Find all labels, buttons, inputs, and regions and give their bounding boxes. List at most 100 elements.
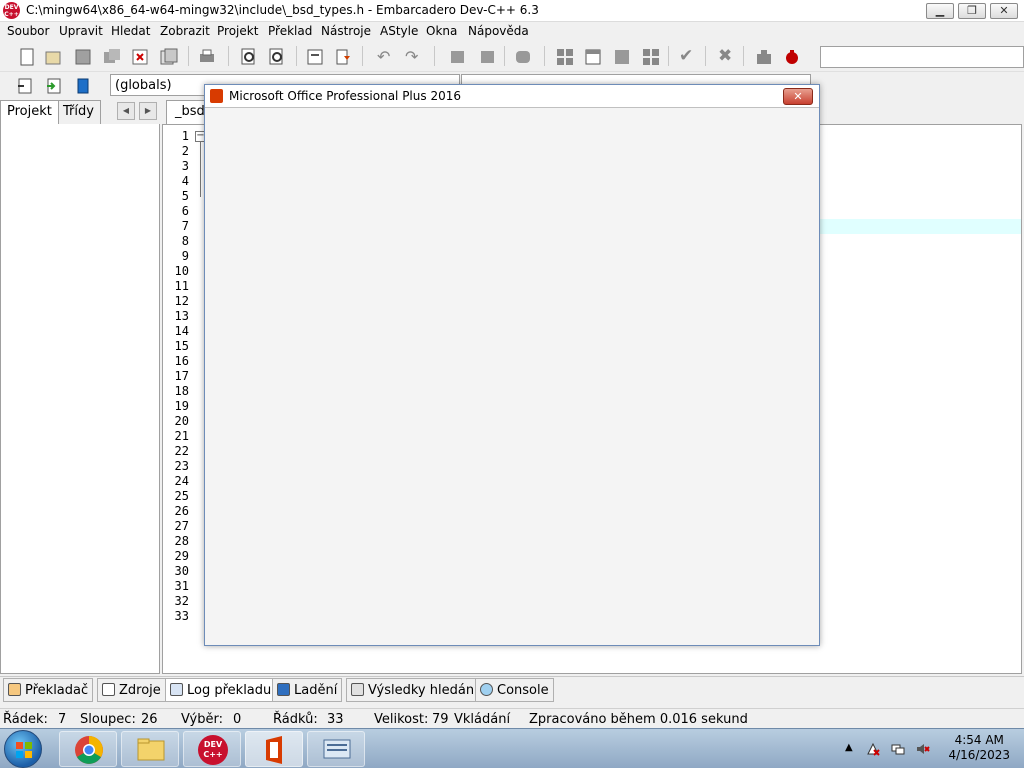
- menu-preklad[interactable]: Překlad: [268, 24, 312, 38]
- tab-projekt[interactable]: Projekt: [0, 100, 59, 124]
- save-all-icon[interactable]: [103, 48, 121, 66]
- popup-title: Microsoft Office Professional Plus 2016: [229, 89, 461, 103]
- menu-napoveda[interactable]: Nápověda: [468, 24, 529, 38]
- show-hidden-icons[interactable]: ▲: [845, 742, 859, 756]
- tab-console[interactable]: Console: [475, 678, 554, 702]
- goto-declaration-icon[interactable]: [16, 77, 34, 95]
- tab-label: Zdroje: [119, 683, 161, 698]
- status-sel-label: Výběr:: [181, 712, 223, 727]
- class-browser-icon[interactable]: [74, 77, 92, 95]
- devcpp-app-icon[interactable]: DEV C++: [3, 2, 20, 19]
- line-number: 23: [174, 459, 189, 473]
- line-number: 11: [174, 279, 189, 293]
- popup-close-button[interactable]: ✕: [783, 88, 813, 105]
- stop-execution-icon[interactable]: ✖: [718, 46, 736, 66]
- bookmark-icon[interactable]: [334, 48, 352, 66]
- windows-taskbar: DEV C++ ▲ 4:54 AM 4/16/2023: [0, 728, 1024, 768]
- restore-icon: ❐: [967, 4, 977, 17]
- menu-soubor[interactable]: Soubor: [7, 24, 49, 38]
- line-number: 10: [174, 264, 189, 278]
- line-number: 13: [174, 309, 189, 323]
- status-lines-value: 33: [327, 712, 344, 727]
- scroll-tabs-right-button[interactable]: ▶: [139, 102, 157, 120]
- tab-tridy[interactable]: Třídy: [56, 100, 101, 124]
- search-combo[interactable]: [820, 46, 1024, 68]
- menu-hledat[interactable]: Hledat: [111, 24, 150, 38]
- find-icon[interactable]: [240, 48, 258, 66]
- status-sel-value: 0: [233, 712, 242, 727]
- line-number: 24: [174, 474, 189, 488]
- arrow-left-icon: ◀: [122, 106, 130, 115]
- taskbar-keyboard-app[interactable]: [307, 731, 365, 767]
- save-icon[interactable]: [74, 48, 92, 66]
- office-logo-icon: [210, 89, 223, 103]
- menu-zobrazit[interactable]: Zobrazit: [160, 24, 210, 38]
- line-number: 8: [181, 234, 189, 248]
- close-icon: ✕: [999, 4, 1009, 17]
- system-clock[interactable]: 4:54 AM 4/16/2023: [948, 733, 1010, 763]
- compile-run-icon[interactable]: [613, 48, 631, 66]
- line-number: 20: [174, 414, 189, 428]
- taskbar-file-explorer[interactable]: [121, 731, 179, 767]
- line-number: 25: [174, 489, 189, 503]
- tab-log-prekladu[interactable]: Log překladu: [165, 678, 277, 702]
- menu-upravit[interactable]: Upravit: [59, 24, 103, 38]
- redo-icon[interactable]: ↷: [405, 47, 423, 66]
- new-file-icon[interactable]: [18, 48, 36, 66]
- debug-icon[interactable]: [783, 48, 801, 66]
- syntax-check-icon[interactable]: ✔: [679, 46, 697, 66]
- status-bar: Řádek: 7 Sloupec: 26 Výběr: 0 Řádků: 33 …: [0, 708, 1024, 728]
- menu-astyle[interactable]: AStyle: [380, 24, 418, 38]
- menu-projekt[interactable]: Projekt: [217, 24, 258, 38]
- line-number: 4: [181, 174, 189, 188]
- close-button[interactable]: ✕: [990, 3, 1018, 19]
- tab-zdroje[interactable]: Zdroje: [97, 678, 166, 702]
- tab-prekladac[interactable]: Překladač: [3, 678, 94, 702]
- status-insert-mode: Vkládání: [454, 712, 511, 727]
- menu-nastroje[interactable]: Nástroje: [321, 24, 371, 38]
- rebuild-icon[interactable]: [642, 48, 660, 66]
- replace-icon[interactable]: [268, 48, 286, 66]
- tab-ladeni[interactable]: Ladění: [272, 678, 343, 702]
- line-number: 5: [181, 189, 189, 203]
- line-number: 21: [174, 429, 189, 443]
- undo-icon[interactable]: ↶: [377, 47, 395, 66]
- status-col-value: 26: [141, 712, 158, 727]
- minimize-button[interactable]: ▁: [926, 3, 954, 19]
- toggle-comment-icon[interactable]: [514, 48, 532, 66]
- tab-label: Výsledky hledání: [368, 683, 478, 698]
- goto-definition-icon[interactable]: [45, 77, 63, 95]
- compile-icon[interactable]: [556, 48, 574, 66]
- maximize-button[interactable]: ❐: [958, 3, 986, 19]
- close-file-icon[interactable]: [131, 48, 149, 66]
- taskbar-devcpp[interactable]: DEV C++: [183, 731, 241, 767]
- debug-tab-icon: [277, 683, 290, 696]
- taskbar-office[interactable]: [245, 731, 303, 767]
- menu-okna[interactable]: Okna: [426, 24, 457, 38]
- taskbar-chrome[interactable]: [59, 731, 117, 767]
- volume-muted-icon[interactable]: [916, 742, 930, 756]
- line-number: 19: [174, 399, 189, 413]
- action-center-icon[interactable]: [866, 742, 880, 756]
- compile-log-icon: [170, 683, 183, 696]
- start-button[interactable]: [4, 730, 42, 768]
- network-icon[interactable]: [891, 742, 905, 756]
- line-number: 28: [174, 534, 189, 548]
- goto-line-icon[interactable]: [306, 48, 324, 66]
- scroll-tabs-left-button[interactable]: ◀: [117, 102, 135, 120]
- indent-icon[interactable]: [448, 48, 466, 66]
- profile-icon[interactable]: [755, 48, 773, 66]
- clock-date: 4/16/2023: [948, 748, 1010, 762]
- main-toolbar: ↶ ↷ ✔ ✖: [0, 42, 1024, 72]
- open-file-icon[interactable]: [44, 48, 62, 66]
- unindent-icon[interactable]: [478, 48, 496, 66]
- status-lines-label: Řádků:: [273, 712, 318, 727]
- line-number: 27: [174, 519, 189, 533]
- run-icon[interactable]: [584, 48, 602, 66]
- compiler-icon: [8, 683, 21, 696]
- tab-vysledky-hledani[interactable]: Výsledky hledání: [346, 678, 483, 702]
- print-icon[interactable]: [198, 48, 216, 66]
- close-all-icon[interactable]: [160, 48, 178, 66]
- popup-body: [205, 107, 819, 645]
- line-number: 15: [174, 339, 189, 353]
